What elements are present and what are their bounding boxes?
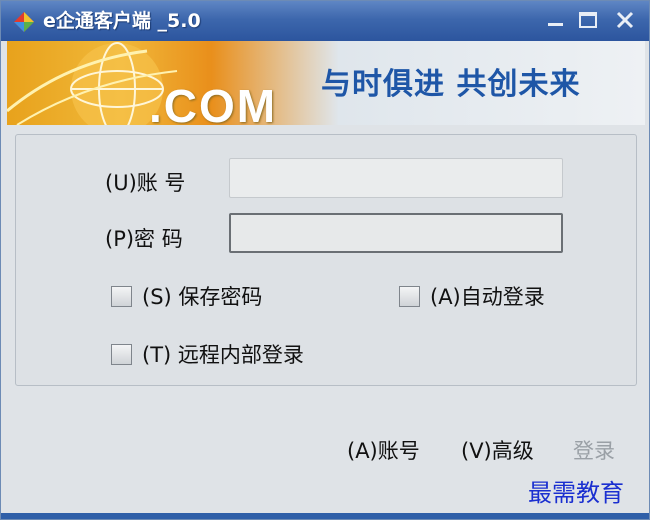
- remote-login-label: (T) 远程内部登录: [142, 343, 304, 367]
- auto-login-checkbox[interactable]: [399, 285, 420, 307]
- title-bar[interactable]: e企通客户端 _5.0: [1, 1, 649, 41]
- account-input[interactable]: [229, 158, 563, 198]
- password-label: (P)密 码: [105, 227, 183, 251]
- auto-login-checkbox-row[interactable]: (A)自动登录: [399, 281, 545, 311]
- minimize-icon[interactable]: [545, 9, 567, 31]
- banner-logo-text: .COM: [149, 80, 278, 125]
- header-banner: .COM 与时俱进 共创未来: [7, 41, 645, 125]
- banner-slogan: 与时俱进 共创未来: [321, 67, 581, 102]
- watermark-text: 最需教育: [528, 479, 624, 507]
- remote-login-checkbox-row[interactable]: (T) 远程内部登录: [111, 339, 304, 369]
- advanced-link[interactable]: (V)高级: [461, 435, 534, 465]
- remote-login-checkbox[interactable]: [111, 343, 132, 365]
- bottom-border: [1, 513, 649, 519]
- app-logo-icon: [14, 12, 34, 32]
- save-password-checkbox-row[interactable]: (S) 保存密码: [111, 281, 262, 311]
- close-icon[interactable]: [614, 9, 636, 31]
- save-password-checkbox[interactable]: [111, 285, 132, 307]
- window-title: e企通客户端 _5.0: [43, 10, 201, 32]
- login-window: e企通客户端 _5.0 .COM 与时俱进 共创未来 (U)账 号 (P)密 码: [0, 0, 650, 520]
- auto-login-label: (A)自动登录: [430, 285, 545, 309]
- password-input[interactable]: [229, 213, 563, 253]
- login-button[interactable]: 登录: [573, 435, 615, 465]
- account-link[interactable]: (A)账号: [347, 435, 420, 465]
- save-password-label: (S) 保存密码: [142, 285, 263, 309]
- account-label: (U)账 号: [105, 171, 186, 195]
- maximize-icon[interactable]: [577, 9, 599, 31]
